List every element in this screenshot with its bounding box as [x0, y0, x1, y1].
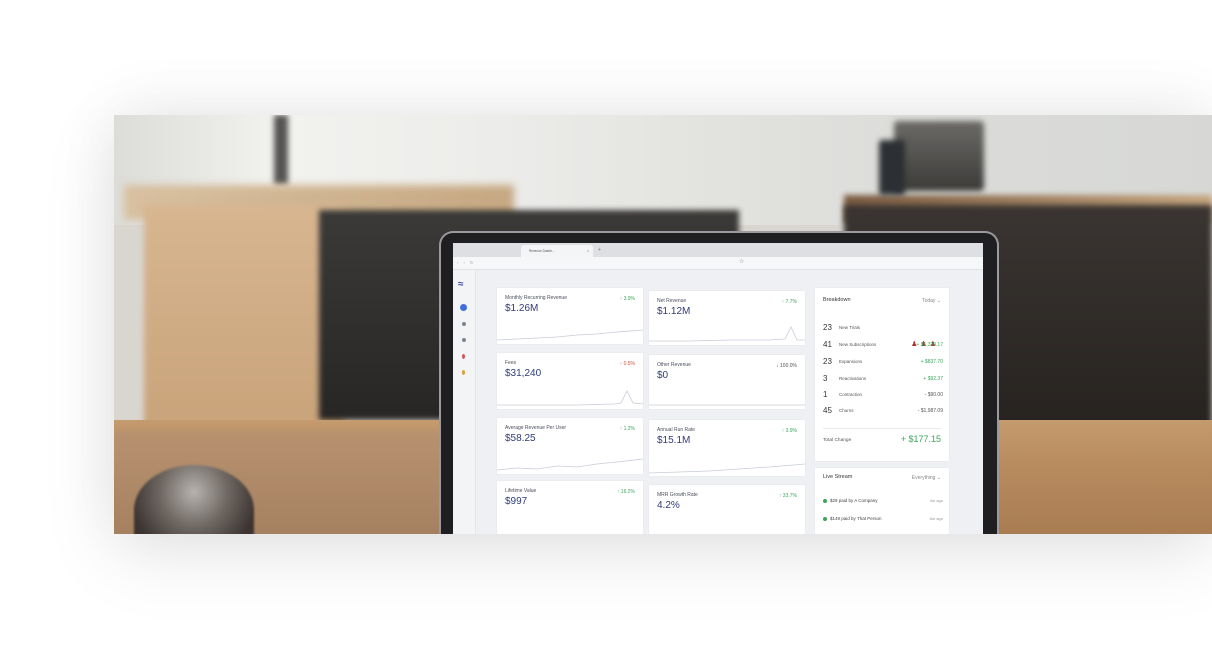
breakdown-row[interactable]: 1 Contraction - $90.00 [823, 390, 943, 402]
total-change-value: + $177.15 [900, 434, 941, 444]
metric-change: ↑ 1.2% [619, 426, 635, 432]
metric-card[interactable]: Monthly Recurring Revenue $1.26M ↑ 3.9% [497, 288, 643, 344]
metric-change: ↓ 100.0% [776, 363, 797, 369]
metric-label: Fees [505, 360, 517, 366]
browser-tab[interactable]: Revenue Dashb... [521, 245, 593, 257]
breakdown-row[interactable]: 45 Churns - $1,987.09 [823, 406, 943, 418]
metric-label: Annual Run Rate [657, 427, 696, 433]
metric-card[interactable]: MRR Growth Rate 4.2% ↑ 33.7% [649, 485, 805, 534]
laptop: Revenue Dashb... × + ‹ › ↻ ☆ ≈ Monthly R… [439, 231, 999, 534]
breakdown-label: New Subscriptions [839, 342, 877, 347]
breakdown-row[interactable]: 23 New Trials [823, 323, 943, 335]
breakdown-amount: - $90.00 [924, 392, 943, 398]
breakdown-amount: - $1,987.09 [917, 408, 943, 414]
metric-label: Lifetime Value [505, 488, 537, 494]
metric-change: ↑ 7.7% [781, 299, 797, 305]
laptop-screen: Revenue Dashb... × + ‹ › ↻ ☆ ≈ Monthly R… [453, 243, 983, 534]
breakdown-amount: + $837.70 [920, 359, 943, 365]
stream-item-time: 4m ago [929, 498, 943, 503]
metric-value: $1.12M [657, 306, 691, 317]
sparkline [497, 390, 643, 406]
metric-card[interactable]: Average Revenue Per User $58.25 ↑ 1.2% [497, 418, 643, 474]
metric-value: 4.2% [657, 500, 680, 511]
stream-item[interactable]: $149 paid by That Person 8m ago [823, 516, 943, 521]
divider [823, 428, 941, 429]
metric-value: $31,240 [505, 368, 542, 379]
live-stream-title: Live Stream [823, 474, 853, 480]
bookmark-icon[interactable]: ☆ [739, 258, 744, 265]
users-icon[interactable] [462, 322, 466, 326]
alert-icon[interactable] [462, 354, 465, 359]
stream-item-text: $29 paid by A Company [830, 498, 878, 503]
breakdown-panel: Breakdown Today ⌄ ♟♟♟ 23 New Trials 41 N… [815, 288, 949, 461]
breakdown-row[interactable]: 23 Expansions + $837.70 [823, 357, 943, 369]
metric-card[interactable]: Annual Run Rate $15.1M ↑ 3.9% [649, 420, 805, 476]
metric-value: $58.25 [505, 433, 536, 444]
metric-change: ↑ 3.9% [781, 428, 797, 434]
app-sidebar: ≈ [453, 270, 476, 534]
metric-change: ↑ 0.5% [619, 361, 635, 367]
sparkline [649, 463, 805, 474]
breakdown-count: 23 [823, 323, 832, 332]
metric-card[interactable]: Lifetime Value $997 ↑ 16.2% [497, 481, 643, 534]
breakdown-label: Contraction [839, 392, 863, 397]
stream-filter-dropdown[interactable]: Everything ⌄ [912, 475, 941, 481]
metric-value: $15.1M [657, 435, 691, 446]
breakdown-label: Reactivations [839, 376, 867, 381]
warning-icon[interactable] [462, 370, 465, 375]
metric-change: ↑ 3.9% [619, 296, 635, 302]
breakdown-count: 23 [823, 357, 832, 366]
sparkline [649, 404, 805, 406]
breakdown-count: 45 [823, 406, 832, 415]
breakdown-label: New Trials [839, 325, 861, 330]
photo: Revenue Dashb... × + ‹ › ↻ ☆ ≈ Monthly R… [114, 115, 1212, 534]
breakdown-amount: + $92.37 [923, 376, 943, 382]
metric-change: ↑ 16.2% [616, 489, 635, 495]
metric-label: Monthly Recurring Revenue [505, 295, 567, 301]
tab-close-icon[interactable]: × [587, 245, 589, 257]
breakdown-count: 1 [823, 390, 828, 399]
breakdown-label: Churns [839, 408, 854, 413]
chart-icon[interactable] [462, 338, 466, 342]
live-stream-panel: Live Stream Everything ⌄ $29 paid by A C… [815, 468, 949, 534]
breakdown-row[interactable]: 41 New Subscriptions + $1,324.17 [823, 340, 943, 352]
metric-label: Average Revenue Per User [505, 425, 567, 431]
dashboard-icon[interactable] [460, 304, 467, 311]
sparkline [497, 458, 643, 471]
total-change-label: Total Change [823, 438, 852, 443]
metric-label: Net Revenue [657, 298, 687, 304]
metric-value: $997 [505, 496, 528, 507]
metric-value: $0 [657, 370, 669, 381]
status-dot-icon [823, 498, 827, 503]
browser-tab-bar: Revenue Dashb... × + [453, 243, 983, 257]
background-appliance [894, 121, 984, 191]
period-dropdown[interactable]: Today ⌄ [922, 298, 941, 304]
background-pole [274, 115, 288, 185]
background-cabinet-light [144, 205, 344, 425]
metric-label: Other Revenue [657, 362, 691, 368]
breakdown-count: 3 [823, 374, 828, 383]
stream-item[interactable]: $29 paid by A Company 4m ago [823, 498, 943, 503]
metric-change: ↑ 33.7% [778, 493, 797, 499]
breakdown-title: Breakdown [823, 297, 851, 303]
new-tab-icon[interactable]: + [598, 244, 601, 256]
sparkline [649, 326, 805, 342]
breakdown-amount: + $1,324.17 [916, 342, 943, 348]
metric-card[interactable]: Fees $31,240 ↑ 0.5% [497, 353, 643, 409]
metric-value: $1.26M [505, 303, 539, 314]
nav-buttons[interactable]: ‹ › ↻ [457, 260, 475, 265]
metric-card[interactable]: Other Revenue $0 ↓ 100.0% [649, 355, 805, 409]
address-bar[interactable]: ‹ › ↻ ☆ [453, 257, 983, 270]
sparkline [497, 329, 643, 341]
metric-label: MRR Growth Rate [657, 492, 698, 498]
background-vase [879, 140, 905, 195]
breakdown-label: Expansions [839, 359, 863, 364]
logo-icon: ≈ [458, 279, 464, 290]
breakdown-count: 41 [823, 340, 832, 349]
status-dot-icon [823, 516, 827, 521]
breakdown-row[interactable]: 3 Reactivations + $92.37 [823, 374, 943, 386]
metric-card[interactable]: Net Revenue $1.12M ↑ 7.7% [649, 291, 805, 345]
stream-item-time: 8m ago [929, 516, 943, 521]
stream-item-text: $149 paid by That Person [830, 516, 882, 521]
